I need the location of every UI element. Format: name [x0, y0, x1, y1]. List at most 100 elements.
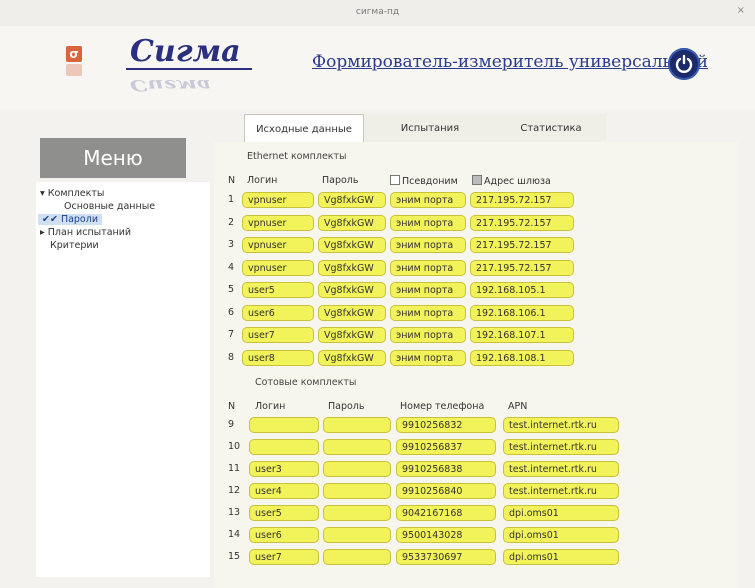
ethernet-password-field[interactable]: Vg8fxkGW: [318, 327, 386, 343]
cellular-phone-field[interactable]: 9910256832: [396, 417, 496, 433]
ethernet-section-title: Ethernet комплекты: [247, 151, 347, 162]
ethernet-login-field[interactable]: user5: [242, 282, 314, 298]
tree-item-test-plan[interactable]: ▸ План испытаний: [40, 227, 131, 238]
cellular-phone-field[interactable]: 9533730697: [396, 549, 496, 565]
cellular-login-field[interactable]: [249, 417, 319, 433]
ethernet-row-number: 7: [228, 329, 235, 340]
cellular-apn-field[interactable]: test.internet.rtk.ru: [503, 461, 619, 477]
cellular-login-field[interactable]: user4: [249, 483, 319, 499]
cellular-col-n: N: [228, 401, 236, 412]
ethernet-row-number: 3: [228, 239, 235, 250]
ethernet-gateway-field[interactable]: 192.168.108.1: [470, 349, 574, 366]
cellular-password-field[interactable]: [323, 505, 391, 521]
cellular-phone-field[interactable]: 9910256838: [396, 461, 496, 477]
cellular-apn-field[interactable]: dpi.oms01: [503, 505, 619, 521]
cellular-col-phone: Номер телефона: [400, 401, 485, 412]
ethernet-gateway-field[interactable]: 217.195.72.157: [470, 192, 574, 208]
tree-item-passwords[interactable]: ✔✔ Пароли: [38, 214, 102, 225]
ethernet-password-field[interactable]: Vg8fxkGW: [318, 237, 386, 253]
cellular-row-number: 10: [228, 441, 241, 452]
ethernet-alias-field[interactable]: эним порта: [390, 237, 466, 253]
ethernet-password-field[interactable]: Vg8fxkGW: [318, 282, 386, 298]
ethernet-password-field[interactable]: Vg8fxkGW: [318, 259, 386, 276]
cellular-password-field[interactable]: [323, 439, 391, 455]
ethernet-row-number: 8: [228, 351, 235, 363]
cellular-apn-field[interactable]: dpi.oms01: [503, 549, 619, 565]
ethernet-login-field[interactable]: vpnuser: [242, 259, 314, 276]
ethernet-alias-field[interactable]: эним порта: [390, 282, 466, 298]
ethernet-login-field[interactable]: user6: [242, 304, 314, 321]
tree-item-main-data[interactable]: Основные данные: [64, 201, 155, 212]
gateway-checkbox[interactable]: [472, 175, 482, 185]
power-icon: [675, 54, 693, 73]
ethernet-gateway-field[interactable]: 192.168.106.1: [470, 304, 574, 321]
window-title: сигма-пд: [355, 7, 400, 17]
cellular-password-field[interactable]: [323, 417, 391, 433]
cellular-password-field[interactable]: [323, 549, 391, 565]
logo-reflection: [66, 64, 82, 76]
ethernet-login-field[interactable]: vpnuser: [242, 192, 314, 208]
cellular-password-field[interactable]: [323, 527, 391, 543]
ethernet-row-number: 1: [228, 194, 235, 205]
ethernet-alias-field[interactable]: эним порта: [390, 327, 466, 343]
ethernet-col-alias[interactable]: Псевдоним: [390, 175, 458, 187]
cellular-apn-field[interactable]: test.internet.rtk.ru: [503, 417, 619, 433]
cellular-phone-field[interactable]: 9910256840: [396, 483, 496, 499]
tab-statistics[interactable]: Статистика: [496, 114, 606, 142]
ethernet-password-field[interactable]: Vg8fxkGW: [318, 349, 386, 366]
menu-tree: ▾ Комплекты Основные данные ✔✔ Пароли ▸ …: [36, 182, 210, 577]
ethernet-alias-field[interactable]: эним порта: [390, 214, 466, 231]
tree-item-criteria[interactable]: Критерии: [50, 240, 99, 251]
ethernet-gateway-field[interactable]: 192.168.105.1: [470, 282, 574, 298]
ethernet-alias-field[interactable]: эним порта: [390, 304, 466, 321]
power-button[interactable]: [668, 48, 700, 80]
ethernet-gateway-field[interactable]: 217.195.72.157: [470, 259, 574, 276]
ethernet-col-gateway[interactable]: Адрес шлюза: [472, 175, 551, 187]
cellular-login-field[interactable]: [249, 439, 319, 455]
alias-checkbox[interactable]: [390, 175, 400, 185]
brand-underline: [126, 68, 252, 70]
ethernet-password-field[interactable]: Vg8fxkGW: [318, 304, 386, 321]
cellular-row-number: 15: [228, 551, 241, 562]
ethernet-gateway-field[interactable]: 217.195.72.157: [470, 237, 574, 253]
ethernet-password-field[interactable]: Vg8fxkGW: [318, 192, 386, 208]
ethernet-login-field[interactable]: vpnuser: [242, 237, 314, 253]
cellular-login-field[interactable]: user6: [249, 527, 319, 543]
app-header: σ Сигма Сигма Формирователь-измеритель у…: [0, 26, 755, 110]
cellular-password-field[interactable]: [323, 461, 391, 477]
tree-item-kits[interactable]: ▾ Комплекты: [40, 188, 104, 199]
ethernet-col-n: N: [228, 175, 236, 186]
cellular-login-field[interactable]: user5: [249, 505, 319, 521]
cellular-section-title: Сотовые комплекты: [255, 377, 357, 388]
ethernet-login-field[interactable]: vpnuser: [242, 214, 314, 231]
window-close-button[interactable]: ×: [737, 5, 745, 16]
cellular-login-field[interactable]: user7: [249, 549, 319, 565]
ethernet-gateway-field[interactable]: 217.195.72.157: [470, 214, 574, 231]
cellular-phone-field[interactable]: 9500143028: [396, 527, 496, 543]
ethernet-alias-field[interactable]: эним порта: [390, 349, 466, 366]
tab-source-data[interactable]: Исходные данные: [244, 114, 364, 143]
ethernet-password-field[interactable]: Vg8fxkGW: [318, 214, 386, 231]
ethernet-col-password: Пароль: [322, 175, 359, 186]
cellular-login-field[interactable]: user3: [249, 461, 319, 477]
cellular-apn-field[interactable]: dpi.oms01: [503, 527, 619, 543]
cellular-phone-field[interactable]: 9042167168: [396, 505, 496, 521]
cellular-row-number: 13: [228, 507, 241, 518]
ethernet-alias-field[interactable]: эним порта: [390, 259, 466, 276]
cellular-col-apn: APN: [508, 401, 528, 412]
tab-tests[interactable]: Испытания: [370, 114, 490, 142]
gateway-label: Адрес шлюза: [484, 176, 551, 187]
ethernet-login-field[interactable]: user7: [242, 327, 314, 343]
cellular-apn-field[interactable]: test.internet.rtk.ru: [503, 439, 619, 455]
ethernet-alias-field[interactable]: эним порта: [390, 192, 466, 208]
cellular-row-number: 14: [228, 529, 241, 540]
menu-title: Меню: [40, 138, 186, 178]
ethernet-gateway-field[interactable]: 192.168.107.1: [470, 327, 574, 343]
cellular-apn-field[interactable]: test.internet.rtk.ru: [503, 483, 619, 499]
cellular-phone-field[interactable]: 9910256837: [396, 439, 496, 455]
ethernet-login-field[interactable]: user8: [242, 349, 314, 366]
cellular-password-field[interactable]: [323, 483, 391, 499]
ethernet-row-number: 4: [228, 261, 235, 273]
window-titlebar: сигма-пд ×: [0, 0, 755, 27]
cellular-row-number: 9: [228, 419, 235, 430]
